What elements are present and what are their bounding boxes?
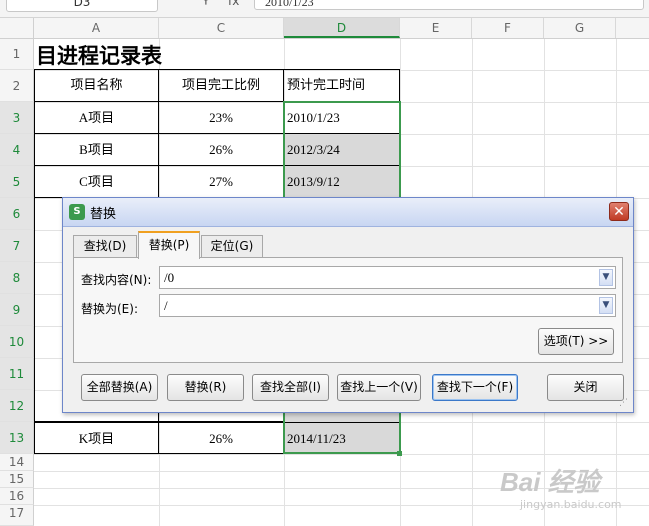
find-label: 查找内容(N):	[81, 273, 152, 287]
find-input[interactable]: /0 ▼	[159, 266, 616, 289]
column-header-e[interactable]: E	[400, 18, 472, 38]
cell-ratio[interactable]: 27%	[159, 166, 284, 198]
find-next-button[interactable]: 查找下一个(F)	[432, 374, 518, 401]
header-cell-ratio[interactable]: 项目完工比例	[159, 70, 284, 102]
row-header-17[interactable]: 17	[0, 505, 34, 526]
row-header-4[interactable]: 4	[0, 134, 34, 166]
wps-app-icon: S	[69, 204, 85, 220]
column-header-d[interactable]: D	[284, 18, 400, 38]
find-all-button[interactable]: 查找全部(I)	[252, 374, 329, 401]
cell-ratio[interactable]: 26%	[159, 134, 284, 166]
chevron-down-icon[interactable]: ▼	[599, 297, 613, 314]
fill-handle[interactable]	[397, 451, 402, 456]
find-prev-button[interactable]: 查找上一个(V)	[337, 374, 421, 401]
name-box[interactable]: D3	[6, 0, 158, 12]
column-header-g[interactable]: G	[544, 18, 616, 38]
dialog-title-bar[interactable]: S 替换 ✕	[63, 198, 633, 227]
header-cell-date[interactable]: 预计完工时间	[284, 70, 400, 102]
find-input-value: /0	[164, 270, 175, 285]
cell-date-active[interactable]: 2010/1/23	[284, 102, 400, 134]
row-header-8[interactable]: 8	[0, 262, 34, 294]
cell-name[interactable]: B项目	[35, 134, 159, 166]
row-header-9[interactable]: 9	[0, 294, 34, 326]
fx-label: fx	[228, 0, 240, 8]
cell-name[interactable]: K项目	[35, 422, 159, 454]
cell-date[interactable]: 2014/11/23	[284, 422, 400, 454]
watermark-url: jingyan.baidu.com	[520, 498, 622, 511]
replace-dialog: S 替换 ✕ 查找(D) 替换(P) 定位(G) 查找内容(N): /0 ▼ 替…	[62, 197, 634, 413]
row-header-6[interactable]: 6	[0, 198, 34, 230]
row-header-13[interactable]: 13	[0, 422, 34, 454]
cell-name[interactable]: C项目	[35, 166, 159, 198]
dialog-title: 替换	[90, 207, 117, 222]
replace-tab-panel: 查找内容(N): /0 ▼ 替换为(E): / ▼ 选项(T) >>	[73, 257, 623, 363]
row-header-3[interactable]: 3	[0, 102, 34, 134]
resize-grip-icon[interactable]: ⋰	[619, 399, 631, 412]
replace-all-button[interactable]: 全部替换(A)	[81, 374, 158, 401]
row-header-10[interactable]: 10	[0, 326, 34, 358]
cell-name[interactable]: A项目	[35, 102, 159, 134]
cell-date[interactable]: 2013/9/12	[284, 166, 400, 198]
close-icon[interactable]: ✕	[609, 202, 629, 221]
row-header-14[interactable]: 14	[0, 454, 34, 471]
column-header-c[interactable]: C	[159, 18, 284, 38]
cell-ratio[interactable]: 23%	[159, 102, 284, 134]
sheet-title[interactable]: 目进程记录表	[36, 39, 336, 70]
replace-label: 替换为(E):	[81, 302, 138, 316]
row-header-7[interactable]: 7	[0, 230, 34, 262]
row-header-5[interactable]: 5	[0, 166, 34, 198]
tab-goto[interactable]: 定位(G)	[201, 235, 263, 258]
header-cell-name[interactable]: 项目名称	[35, 70, 159, 102]
cell-date[interactable]: 2012/3/24	[284, 134, 400, 166]
formula-input[interactable]: 2010/1/23	[254, 0, 644, 10]
row-header-12[interactable]: 12	[0, 390, 34, 422]
chevron-down-icon[interactable]: ▼	[599, 269, 613, 286]
replace-button[interactable]: 替换(R)	[167, 374, 244, 401]
column-header-f[interactable]: F	[472, 18, 544, 38]
tab-replace[interactable]: 替换(P)	[138, 231, 200, 259]
row-header-2[interactable]: 2	[0, 70, 34, 102]
options-button[interactable]: 选项(T) >>	[538, 328, 614, 355]
column-header: A C D E F G	[0, 18, 649, 39]
select-all-corner[interactable]	[0, 18, 34, 38]
row-header-11[interactable]: 11	[0, 358, 34, 390]
replace-input[interactable]: / ▼	[159, 294, 616, 317]
row-header-16[interactable]: 16	[0, 488, 34, 505]
cell-ratio[interactable]: 26%	[159, 422, 284, 454]
watermark-logo: Bai 经验	[500, 467, 600, 497]
column-header-a[interactable]: A	[34, 18, 159, 38]
replace-input-value: /	[164, 298, 168, 313]
zoom-icon[interactable]: ⚲	[201, 0, 223, 8]
row-header-15[interactable]: 15	[0, 471, 34, 488]
row-header-1[interactable]: 1	[0, 39, 34, 70]
close-button[interactable]: 关闭	[547, 374, 624, 401]
tab-find[interactable]: 查找(D)	[73, 235, 137, 258]
